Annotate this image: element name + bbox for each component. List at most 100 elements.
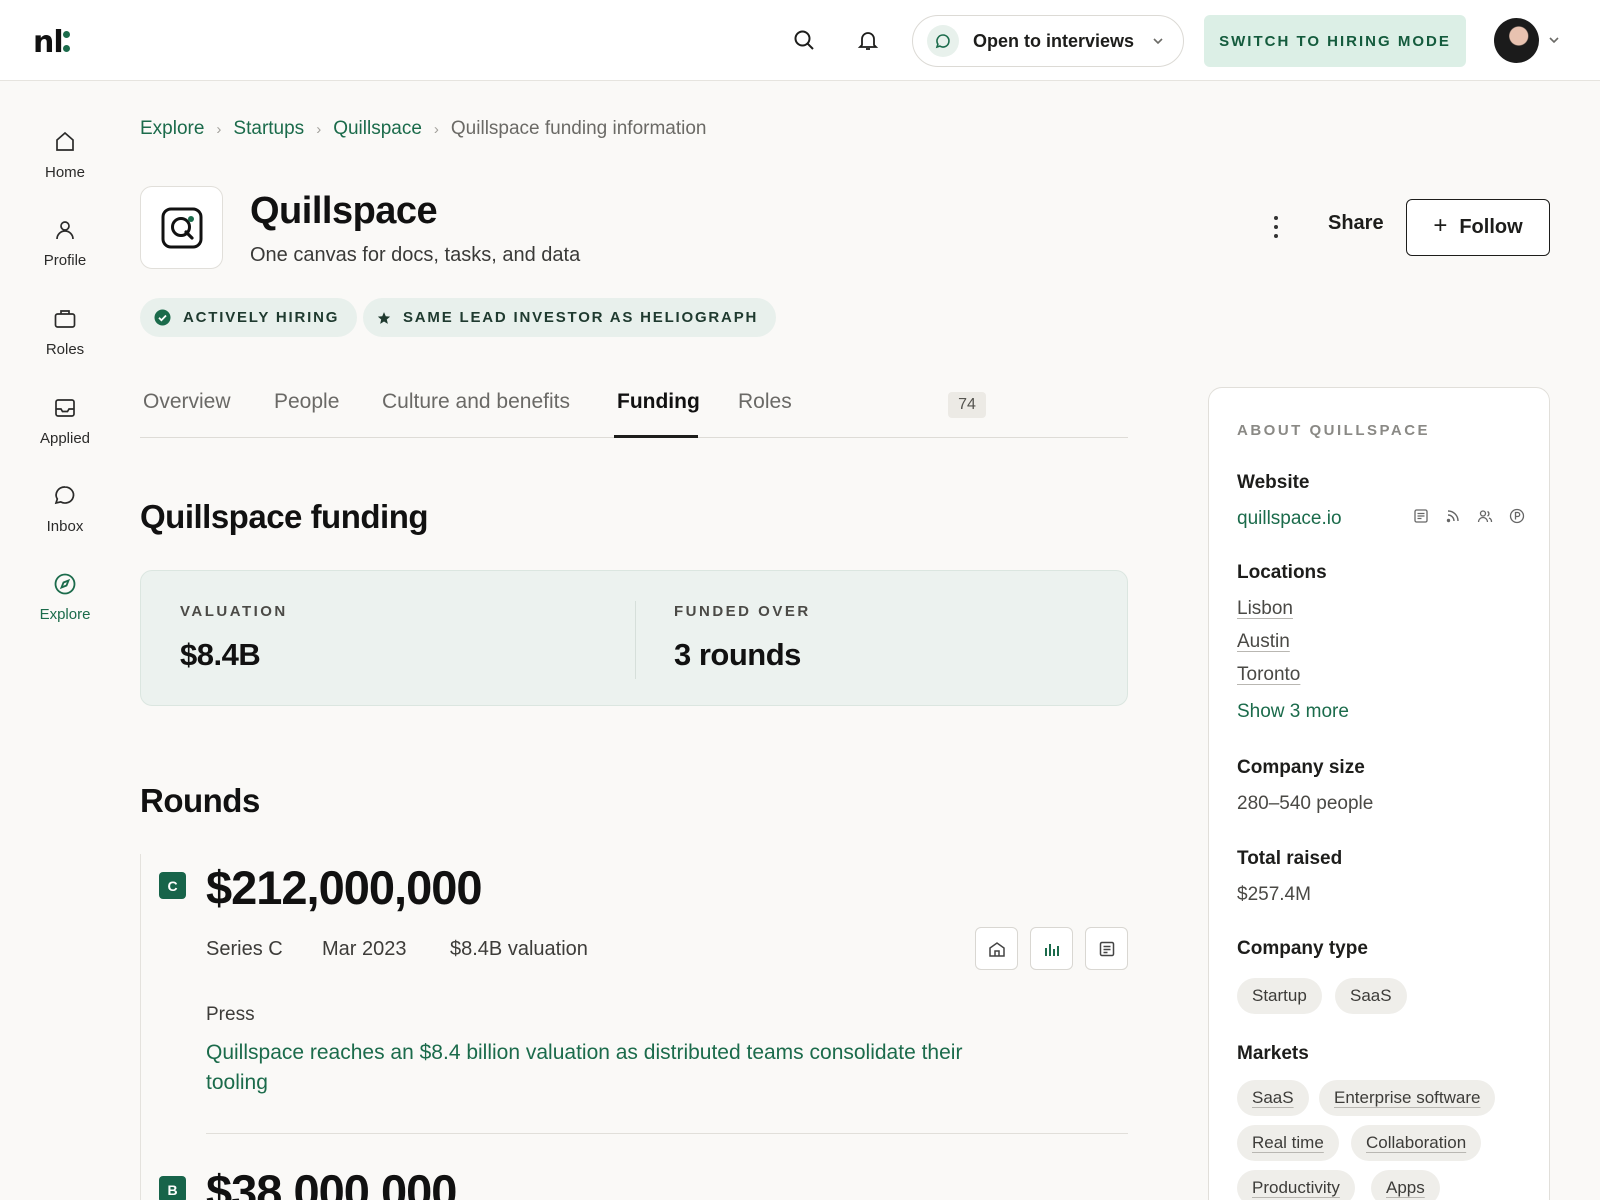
round-valuation: $8.4B valuation <box>450 938 588 960</box>
tab-roles[interactable]: Roles <box>738 390 792 414</box>
total-raised-value: $257.4M <box>1237 884 1311 905</box>
tab-overview[interactable]: Overview <box>143 390 231 414</box>
app-logo[interactable]: nl <box>33 25 70 60</box>
switch-hiring-mode-button[interactable]: SWITCH TO HIRING MODE <box>1204 15 1466 67</box>
company-logo <box>140 186 223 269</box>
people-icon[interactable] <box>1469 508 1501 524</box>
tab-people[interactable]: People <box>274 390 339 414</box>
rss-icon[interactable] <box>1437 508 1469 524</box>
briefcase-icon <box>54 310 76 328</box>
chevron-right-icon: › <box>433 120 439 138</box>
tab-culture-and-benefits[interactable]: Culture and benefits <box>382 390 570 414</box>
funded-over-label: FUNDED OVER <box>674 603 811 620</box>
sidebar-item-label: Inbox <box>46 518 84 535</box>
round-amount: $212,000,000 <box>206 861 483 914</box>
markets-heading: Markets <box>1237 1043 1309 1064</box>
market-chip[interactable]: Collaboration <box>1351 1125 1482 1161</box>
status-dropdown[interactable]: Open to interviews <box>912 15 1184 67</box>
round-document-button[interactable] <box>1085 927 1128 970</box>
chevron-down-icon <box>1151 34 1165 53</box>
sidebar-item-profile[interactable]: Profile <box>20 218 110 269</box>
valuation-value: $8.4B <box>180 637 261 672</box>
same-investor-badge: SAME LEAD INVESTOR AS HELIOGRAPH <box>363 298 777 337</box>
breadcrumb: Explore › Startups › Quillspace › Quills… <box>140 118 707 140</box>
bell-icon[interactable] <box>856 28 880 52</box>
funding-title: Quillspace funding <box>140 498 429 535</box>
sidebar-item-roles[interactable]: Roles <box>20 307 110 358</box>
user-icon <box>56 221 74 240</box>
badge-label: SAME LEAD INVESTOR AS HELIOGRAPH <box>403 309 759 326</box>
follow-button[interactable]: + Follow <box>1406 199 1550 256</box>
star-icon <box>377 311 391 325</box>
compass-icon <box>54 573 76 595</box>
bar-chart-icon <box>1044 943 1059 956</box>
location-item[interactable]: Austin <box>1237 631 1290 653</box>
company-size-heading: Company size <box>1237 757 1365 778</box>
share-button[interactable]: Share <box>1328 212 1384 235</box>
check-circle-icon <box>154 309 171 326</box>
location-item[interactable]: Toronto <box>1237 664 1300 686</box>
sidebar-item-inbox[interactable]: Inbox <box>20 484 110 535</box>
home-icon <box>56 131 74 151</box>
sidebar-item-label: Explore <box>39 606 91 623</box>
company-type-heading: Company type <box>1237 938 1368 959</box>
follow-label: Follow <box>1459 216 1523 238</box>
rounds-title: Rounds <box>140 782 260 819</box>
market-chip[interactable]: Real time <box>1237 1125 1339 1161</box>
locations-heading: Locations <box>1237 562 1327 583</box>
funded-over-value: 3 rounds <box>674 637 801 672</box>
inbox-tray-icon <box>55 399 75 417</box>
blog-icon[interactable] <box>1405 508 1437 524</box>
chat-bubble-icon <box>927 25 959 57</box>
quillspace-logo-icon <box>161 207 202 248</box>
actively-hiring-badge: ACTIVELY HIRING <box>140 298 358 337</box>
status-label: Open to interviews <box>973 30 1135 51</box>
market-chip[interactable]: Productivity <box>1237 1170 1355 1200</box>
sidebar-item-explore[interactable]: Explore <box>20 572 110 623</box>
round-chart-button[interactable] <box>1030 927 1073 970</box>
market-chip[interactable]: Enterprise software <box>1319 1080 1496 1116</box>
round-date: Mar 2023 <box>322 938 407 960</box>
market-chip[interactable]: SaaS <box>1237 1080 1309 1116</box>
chevron-down-icon[interactable] <box>1547 33 1561 52</box>
document-icon <box>1099 941 1114 956</box>
total-raised-heading: Total raised <box>1237 848 1343 869</box>
rounds-timeline-line <box>140 854 141 1200</box>
round-amount: $38,000,000 <box>206 1165 457 1200</box>
product-hunt-icon[interactable] <box>1501 508 1533 524</box>
company-tabs: Overview People Culture and benefits Fun… <box>140 382 1128 438</box>
chevron-right-icon: › <box>216 120 222 138</box>
breadcrumb-current: Quillspace funding information <box>450 118 707 139</box>
funding-stats-card: VALUATION $8.4B FUNDED OVER 3 rounds <box>140 570 1128 706</box>
press-article-link[interactable]: Quillspace reaches an $8.4 billion valua… <box>206 1038 1006 1098</box>
show-more-locations-link[interactable]: Show 3 more <box>1237 701 1349 723</box>
location-item[interactable]: Lisbon <box>1237 598 1293 620</box>
company-tagline: One canvas for docs, tasks, and data <box>250 244 581 266</box>
round-investors-button[interactable] <box>975 927 1018 970</box>
sidebar-item-label: Home <box>44 164 85 181</box>
website-link[interactable]: quillspace.io <box>1237 508 1342 530</box>
tab-funding[interactable]: Funding <box>617 390 700 414</box>
round-series-badge: B <box>159 1176 186 1200</box>
badge-label: ACTIVELY HIRING <box>183 309 340 326</box>
avatar[interactable] <box>1494 18 1539 63</box>
market-chip[interactable]: Apps <box>1371 1170 1440 1200</box>
more-options-icon[interactable] <box>1272 212 1280 247</box>
company-size-value: 280–540 people <box>1237 793 1374 814</box>
social-links <box>1405 508 1533 524</box>
breadcrumb-link-explore[interactable]: Explore <box>140 118 204 140</box>
sidebar-item-label: Roles <box>45 341 85 358</box>
sidebar-item-applied[interactable]: Applied <box>20 396 110 447</box>
breadcrumb-link-company[interactable]: Quillspace <box>333 118 422 140</box>
stats-divider <box>635 601 636 679</box>
round-series: Series C <box>206 938 283 960</box>
top-bar: nl Open to interviews SWITCH TO HIRING M… <box>0 0 1600 81</box>
about-panel: ABOUT QUILLSPACE Website quillspace.io L… <box>1208 387 1550 1200</box>
valuation-label: VALUATION <box>180 603 288 620</box>
search-icon[interactable] <box>792 28 816 52</box>
round-series-badge: C <box>159 872 186 899</box>
sidebar-item-home[interactable]: Home <box>20 130 110 181</box>
roles-count-badge: 74 <box>948 392 986 418</box>
breadcrumb-link-startups[interactable]: Startups <box>233 118 304 140</box>
bank-icon <box>988 941 1005 957</box>
